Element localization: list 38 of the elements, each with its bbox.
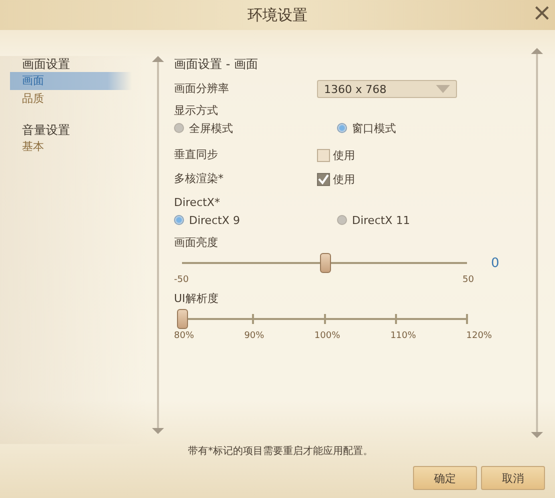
- panel-title: 画面设置 - 画面: [174, 56, 259, 73]
- slider-thumb[interactable]: [320, 253, 330, 273]
- tick-label: -50: [174, 275, 189, 285]
- scrollbar[interactable]: [531, 48, 543, 438]
- slider-value: 0: [491, 256, 500, 270]
- close-icon[interactable]: [535, 6, 549, 20]
- field-label: 画面分辨率: [174, 81, 230, 97]
- radio-button[interactable]: 窗口模式: [337, 120, 500, 136]
- tick-label: 90%: [244, 331, 264, 341]
- field-label: DirectX*: [174, 195, 221, 211]
- tick-label: 80%: [174, 331, 194, 341]
- tick-label: 120%: [466, 331, 492, 341]
- sidebar-item[interactable]: 基本: [10, 138, 132, 156]
- sidebar-item[interactable]: 品质: [10, 90, 132, 108]
- field-label: 显示方式: [174, 103, 219, 119]
- radio-button[interactable]: 全屏模式: [174, 120, 337, 136]
- footer-note: 带有*标记的项目需要重启才能应用配置。: [188, 444, 374, 458]
- field-label: 多核渲染*: [174, 171, 224, 187]
- sidebar-heading: 音量设置: [22, 122, 71, 138]
- tick-label: 110%: [390, 331, 416, 341]
- cancel-button[interactable]: 取消: [481, 466, 545, 490]
- tick-label: 50: [462, 275, 474, 285]
- sidebar-heading: 画面设置: [22, 56, 71, 72]
- window-title: 环境设置: [248, 6, 308, 24]
- caret-icon: [436, 85, 450, 93]
- resolution-dropdown[interactable]: 1360 x 768: [317, 80, 457, 98]
- tick-label: 100%: [314, 331, 340, 341]
- ok-button[interactable]: 确定: [413, 466, 477, 490]
- checkbox[interactable]: 使用: [317, 148, 355, 162]
- field-label: 垂直同步: [174, 147, 219, 163]
- field-label: UI解析度: [174, 291, 220, 307]
- radio-button[interactable]: DirectX 11: [337, 214, 500, 226]
- field-label: 画面亮度: [174, 235, 219, 251]
- checkbox[interactable]: 使用: [317, 172, 355, 186]
- radio-button[interactable]: DirectX 9: [174, 214, 337, 226]
- check-icon: [318, 174, 329, 184]
- slider-thumb[interactable]: [177, 309, 188, 329]
- scrollbar[interactable]: [152, 56, 164, 434]
